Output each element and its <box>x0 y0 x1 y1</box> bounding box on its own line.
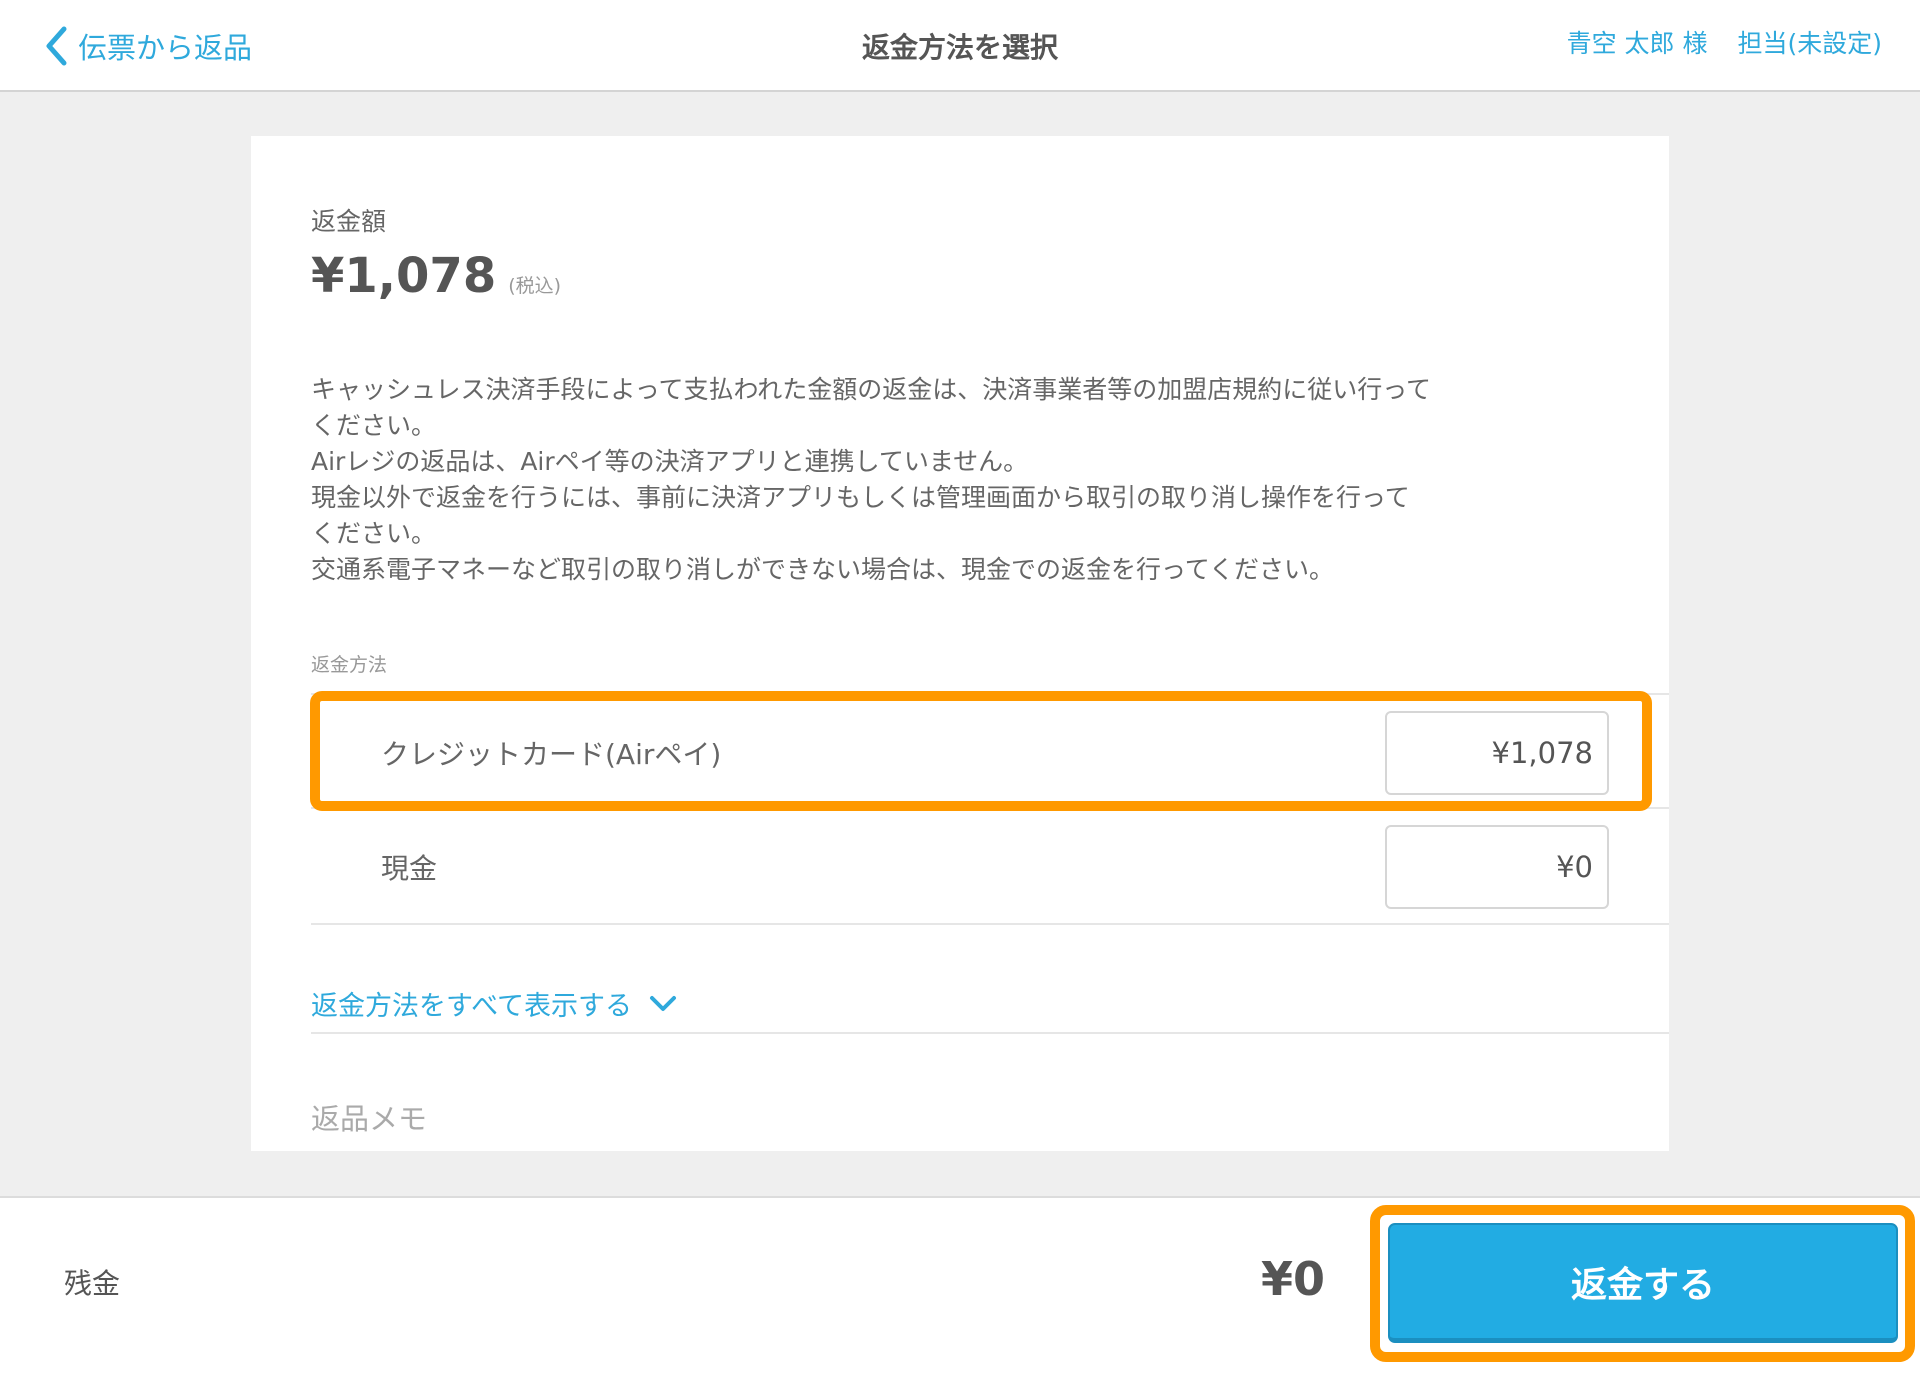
top-bar: 伝票から返品 返金方法を選択 青空 太郎 様 担当(未設定) <box>0 0 1920 92</box>
remaining-value: ¥0 <box>1260 1252 1325 1306</box>
notice-line: 交通系電子マネーなど取引の取り消しができない場合は、現金での返金を行ってください… <box>311 555 1335 584</box>
customer-link[interactable]: 青空 太郎 様 <box>1567 24 1708 60</box>
cash-amount-input[interactable] <box>1385 825 1609 909</box>
divider <box>311 1032 1669 1034</box>
method-name: クレジットカード(Airペイ) <box>381 738 722 771</box>
refund-amount-value: ¥1,078 <box>311 248 497 304</box>
bottom-bar: 残金 ¥0 返金する <box>0 1196 1920 1400</box>
credit-card-amount-input[interactable] <box>1385 711 1609 795</box>
refund-button[interactable]: 返金する <box>1388 1223 1898 1343</box>
method-row-credit-card: クレジットカード(Airペイ) <box>311 693 1669 809</box>
refund-amount: ¥1,078 (税込) <box>311 248 561 304</box>
notice-text: キャッシュレス決済手段によって支払われた金額の返金は、決済事業者等の加盟店規約に… <box>311 372 1611 588</box>
notice-line: 現金以外で返金を行うには、事前に決済アプリもしくは管理画面から取引の取り消し操作… <box>311 483 1410 548</box>
notice-line: キャッシュレス決済手段によって支払われた金額の返金は、決済事業者等の加盟店規約に… <box>311 375 1432 440</box>
tax-note: (税込) <box>508 275 562 297</box>
refund-method-label: 返金方法 <box>311 654 388 676</box>
method-row-cash: 現金 <box>311 809 1669 925</box>
return-memo-label: 返品メモ <box>311 1102 428 1136</box>
show-all-methods-link[interactable]: 返金方法をすべて表示する <box>311 984 678 1023</box>
refund-amount-label: 返金額 <box>311 207 387 236</box>
chevron-down-icon <box>650 995 677 1011</box>
method-name: 現金 <box>381 852 438 885</box>
remaining-label: 残金 <box>64 1267 121 1300</box>
refund-card: 返金額 ¥1,078 (税込) キャッシュレス決済手段によって支払われた金額の返… <box>251 136 1669 1151</box>
staff-link[interactable]: 担当(未設定) <box>1737 24 1882 60</box>
show-all-label: 返金方法をすべて表示する <box>311 991 633 1022</box>
notice-line: Airレジの返品は、Airペイ等の決済アプリと連携していません。 <box>311 447 1029 476</box>
